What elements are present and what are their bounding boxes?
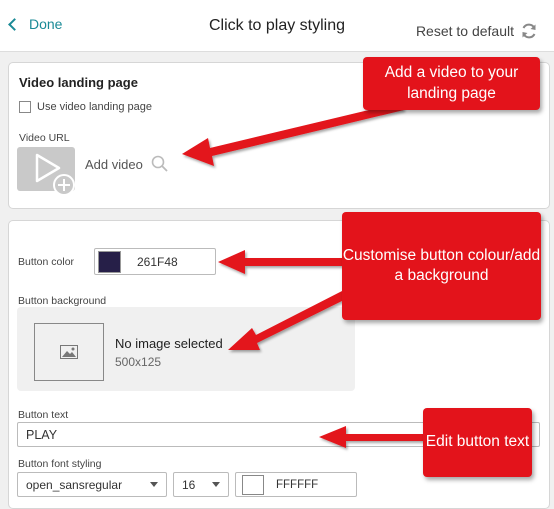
add-video-button[interactable]: Add video bbox=[85, 155, 169, 173]
dropdown-caret-icon bbox=[150, 482, 158, 487]
button-color-label: Button color bbox=[18, 256, 75, 268]
button-color-value: 261F48 bbox=[137, 254, 178, 269]
button-color-field[interactable]: 261F48 bbox=[94, 248, 216, 275]
background-image-placeholder[interactable] bbox=[34, 323, 104, 381]
add-video-icon bbox=[35, 153, 75, 196]
image-icon bbox=[60, 345, 78, 359]
search-icon bbox=[151, 155, 168, 172]
dropdown-caret-icon bbox=[212, 482, 220, 487]
button-color-swatch[interactable] bbox=[98, 250, 121, 273]
use-video-landing-checkbox-row[interactable]: Use video landing page bbox=[19, 101, 152, 113]
use-video-landing-label: Use video landing page bbox=[37, 101, 152, 113]
add-video-label: Add video bbox=[85, 156, 143, 172]
header-bar: Done Click to play styling Reset to defa… bbox=[0, 0, 554, 52]
button-background-picker[interactable]: No image selected 500x125 bbox=[17, 307, 355, 391]
no-image-selected-text: No image selected bbox=[115, 336, 223, 351]
font-color-swatch[interactable] bbox=[242, 474, 264, 495]
callout-button-color: Customise button colour/add a background bbox=[342, 212, 541, 320]
callout-button-text: Edit button text bbox=[423, 408, 532, 477]
font-size-select[interactable]: 16 bbox=[173, 472, 229, 497]
reset-to-default-button[interactable]: Reset to default bbox=[416, 22, 538, 40]
font-color-value: FFFFFF bbox=[276, 478, 319, 491]
callout-add-video: Add a video to your landing page bbox=[363, 57, 540, 110]
reset-label: Reset to default bbox=[415, 23, 514, 39]
button-background-label: Button background bbox=[18, 295, 107, 307]
font-family-value: open_sansregular bbox=[26, 477, 123, 492]
image-dimensions: 500x125 bbox=[115, 355, 162, 369]
use-video-landing-checkbox[interactable] bbox=[19, 101, 31, 113]
video-thumbnail-placeholder[interactable] bbox=[17, 147, 75, 196]
font-color-field[interactable]: FFFFFF bbox=[235, 472, 357, 497]
video-url-label: Video URL bbox=[19, 132, 70, 144]
video-section-title: Video landing page bbox=[19, 75, 138, 90]
font-size-value: 16 bbox=[182, 477, 196, 492]
refresh-icon bbox=[522, 23, 536, 39]
font-family-select[interactable]: open_sansregular bbox=[17, 472, 167, 497]
button-font-styling-label: Button font styling bbox=[18, 458, 102, 470]
button-text-label: Button text bbox=[18, 409, 69, 421]
